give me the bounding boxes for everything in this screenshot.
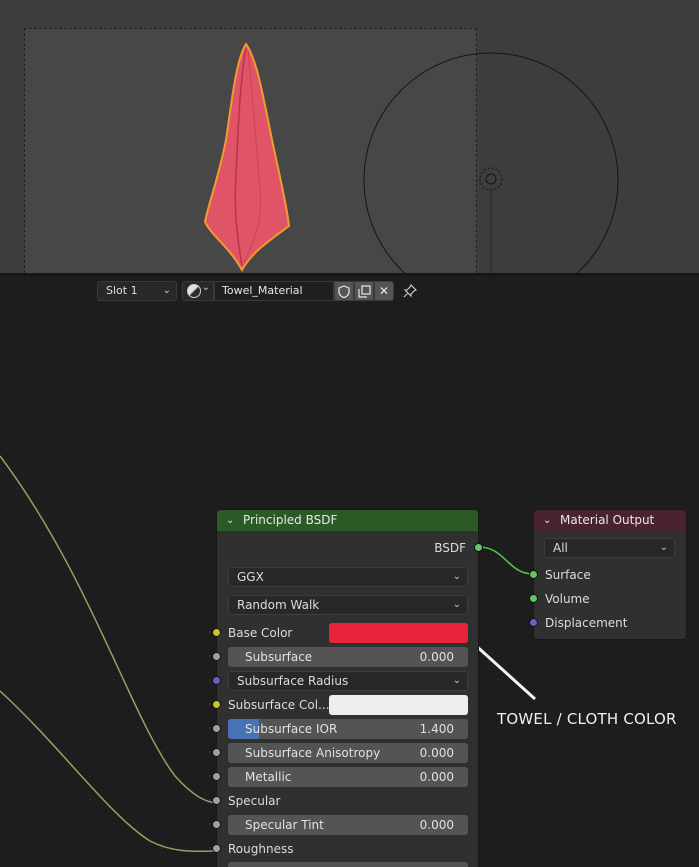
light-center-icon (485, 173, 497, 185)
volume-socket[interactable] (529, 594, 538, 603)
node-title: Principled BSDF (243, 513, 338, 527)
bsdf-output-row: BSDF (217, 538, 483, 558)
field-label: Subsurface IOR (245, 722, 338, 736)
bsdf-output-label: BSDF (434, 541, 466, 555)
distribution-select[interactable]: GGX ⌄ (228, 567, 468, 587)
roughness-socket[interactable] (212, 844, 221, 853)
base-color-socket[interactable] (212, 628, 221, 637)
metallic-socket[interactable] (212, 772, 221, 781)
subsurface-method-select[interactable]: Random Walk ⌄ (228, 595, 468, 615)
specular-tint-row: Specular Tint 0.000 (212, 815, 478, 835)
chevron-down-icon[interactable]: ⌄ (226, 510, 234, 531)
subsurface-anisotropy-row: Subsurface Anisotropy 0.000 (212, 743, 478, 763)
metallic-row: Metallic 0.000 (212, 767, 478, 787)
subsurface-ior-row: Subsurface IOR 1.400 (212, 719, 478, 739)
displacement-label: Displacement (545, 616, 628, 630)
surface-label: Surface (545, 568, 591, 582)
node-header[interactable]: ⌄ Principled BSDF (217, 510, 478, 531)
base-color-label: Base Color (228, 626, 293, 640)
chevron-down-icon: ⌄ (452, 599, 461, 610)
volume-label: Volume (545, 592, 590, 606)
specular-socket[interactable] (212, 796, 221, 805)
subsurface-ior-field[interactable]: Subsurface IOR 1.400 (228, 719, 468, 739)
material-output-node[interactable]: ⌄ Material Output All ⌄ Surface Volume D… (529, 509, 687, 640)
node-link (0, 455, 217, 804)
field-value: 0.000 (419, 818, 454, 832)
specular-label: Specular (228, 794, 281, 808)
field-label: Specular Tint (245, 818, 324, 832)
principled-bsdf-node[interactable]: ⌄ Principled BSDF BSDF GGX ⌄ Random Walk… (212, 509, 483, 867)
base-color-swatch[interactable] (329, 623, 468, 643)
subsurface-anisotropy-socket[interactable] (212, 748, 221, 757)
subsurface-socket[interactable] (212, 652, 221, 661)
chevron-down-icon: ⌄ (452, 571, 461, 582)
surface-socket[interactable] (529, 570, 538, 579)
chevron-down-icon[interactable]: ⌄ (543, 510, 551, 531)
output-target-select[interactable]: All ⌄ (544, 538, 675, 558)
distribution-value: GGX (237, 570, 264, 584)
3d-viewport[interactable] (0, 0, 699, 273)
subsurface-color-swatch[interactable] (329, 695, 468, 715)
base-color-row: Base Color (212, 623, 478, 643)
volume-row: Volume (529, 589, 686, 609)
field-value: 0.000 (419, 650, 454, 664)
bsdf-output-socket[interactable] (474, 543, 483, 552)
annotation-text: TOWEL / CLOTH COLOR (497, 710, 677, 728)
field-label: Subsurface (245, 650, 313, 664)
chevron-down-icon: ⌄ (659, 542, 668, 553)
roughness-label: Roughness (228, 842, 294, 856)
node-editor[interactable]: Slot 1 ⌄ ⌄ Towel_Material ✕ ⌄ Principled… (0, 276, 699, 867)
specular-row: Specular (212, 791, 478, 811)
subsurface-anisotropy-field[interactable]: Subsurface Anisotropy 0.000 (228, 743, 468, 763)
subsurface-color-row: Subsurface Col... (212, 695, 478, 715)
field-value: 0.000 (419, 746, 454, 760)
towel-body (203, 42, 291, 273)
output-target-value: All (553, 541, 568, 555)
viewport-overlay (203, 42, 619, 273)
field-label: Subsurface Anisotropy (245, 746, 381, 760)
node-link (0, 690, 217, 853)
metallic-field[interactable]: Metallic 0.000 (228, 767, 468, 787)
node-title: Material Output (560, 513, 655, 527)
subsurface-radius-label: Subsurface Radius (237, 674, 349, 688)
subsurface-method-value: Random Walk (237, 598, 320, 612)
subsurface-color-socket[interactable] (212, 700, 221, 709)
field-value: 1.400 (419, 722, 454, 736)
light-object-icon[interactable] (479, 167, 503, 191)
towel-mesh[interactable] (203, 42, 291, 273)
field-label: Metallic (245, 770, 292, 784)
surface-row: Surface (529, 565, 686, 585)
subsurface-radius-select[interactable]: Subsurface Radius ⌄ (228, 671, 468, 691)
subsurface-field[interactable]: Subsurface 0.000 (228, 647, 468, 667)
specular-tint-field[interactable]: Specular Tint 0.000 (228, 815, 468, 835)
chevron-down-icon: ⌄ (452, 675, 461, 686)
subsurface-row: Subsurface 0.000 (212, 647, 478, 667)
field-value: 0.000 (419, 770, 454, 784)
displacement-row: Displacement (529, 613, 686, 633)
node-header[interactable]: ⌄ Material Output (534, 510, 686, 531)
roughness-row: Roughness (212, 839, 478, 859)
subsurface-radius-socket[interactable] (212, 676, 221, 685)
next-field-partial[interactable] (228, 862, 468, 867)
subsurface-color-label: Subsurface Col... (228, 698, 330, 712)
specular-tint-socket[interactable] (212, 820, 221, 829)
bsdf-surface-link (478, 546, 534, 575)
displacement-socket[interactable] (529, 618, 538, 627)
subsurface-ior-socket[interactable] (212, 724, 221, 733)
subsurface-radius-row: Subsurface Radius ⌄ (212, 671, 478, 691)
